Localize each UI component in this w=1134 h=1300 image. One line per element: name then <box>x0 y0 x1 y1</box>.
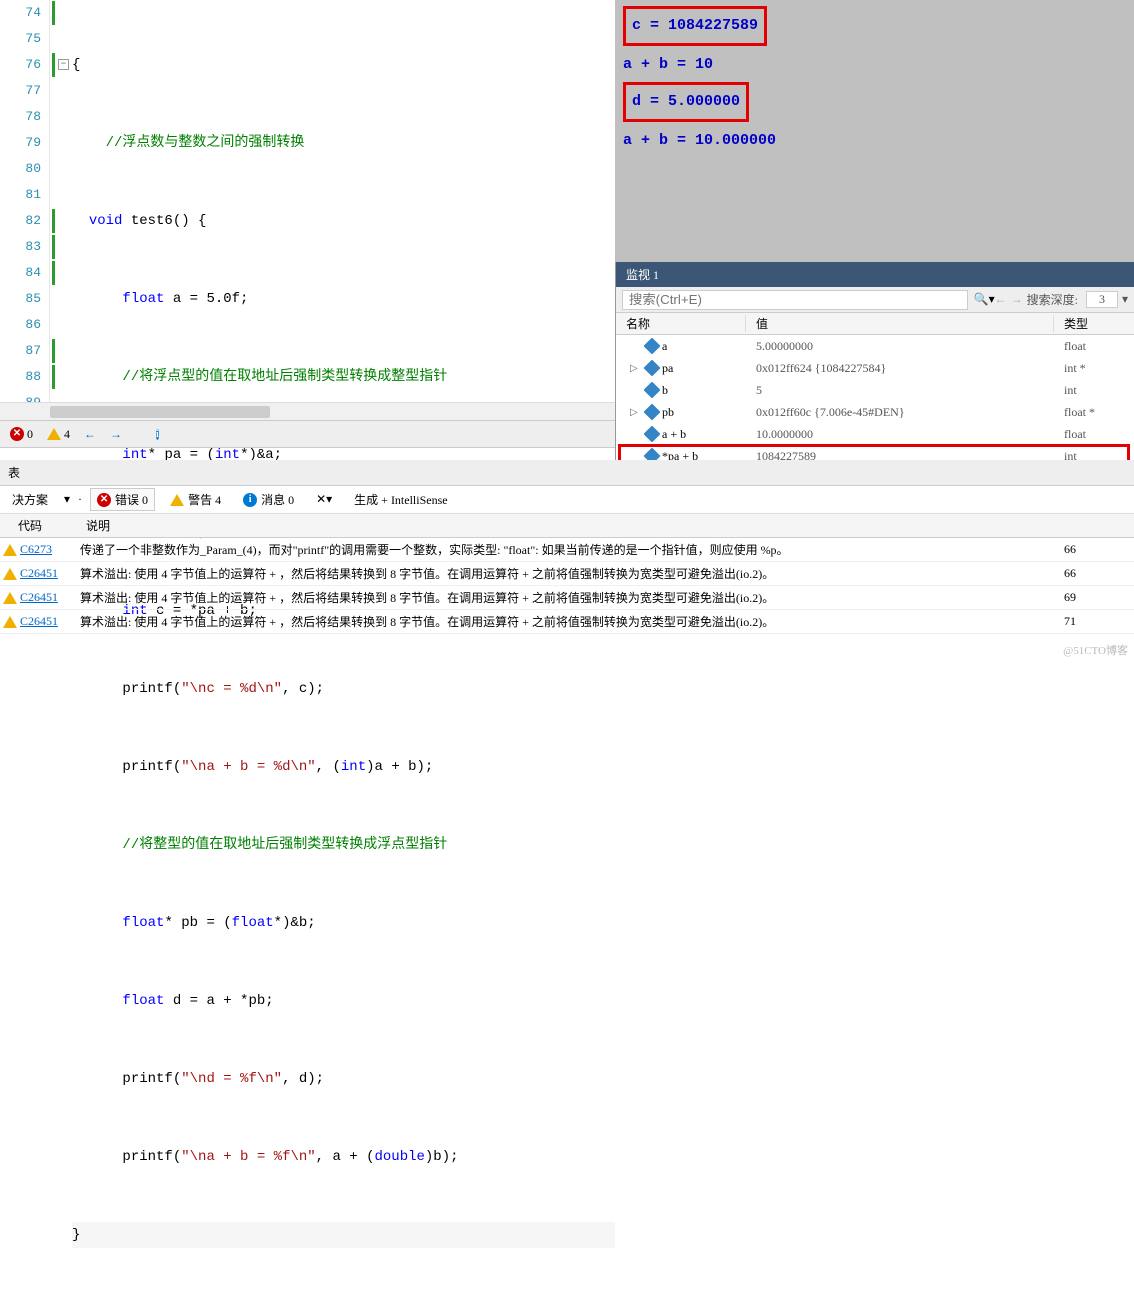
var-value: 0x012ff624 {1084227584} <box>746 361 1054 376</box>
warning-icon <box>3 568 17 580</box>
var-type: float <box>1054 427 1134 442</box>
watermark: @51CTO博客 <box>1063 642 1128 658</box>
var-icon <box>644 338 661 355</box>
var-icon <box>644 382 661 399</box>
error-desc: 传递了一个非整数作为_Param_(4)，而对"printf"的调用需要一个整数… <box>80 541 1064 558</box>
var-type: int <box>1054 383 1134 398</box>
line-gutter: 74 75 76 77 78 79 80 81 82 83 84 85 86 8… <box>0 0 50 420</box>
var-icon <box>644 404 661 421</box>
expand-icon[interactable]: ▷ <box>630 363 638 374</box>
error-line: 69 <box>1064 590 1134 605</box>
filter-errors[interactable]: ✕错误 0 <box>90 488 155 511</box>
error-line: 66 <box>1064 566 1134 581</box>
var-type: float <box>1054 339 1134 354</box>
var-icon <box>644 426 661 443</box>
var-name: b <box>662 383 668 398</box>
watch-search-input[interactable] <box>622 290 968 310</box>
highlight-box: c = 1084227589 <box>623 6 767 46</box>
error-row[interactable]: C6273 传递了一个非整数作为_Param_(4)，而对"printf"的调用需… <box>0 538 1134 562</box>
error-line: 66 <box>1064 542 1134 557</box>
error-row[interactable]: C26451 算术溢出: 使用 4 字节值上的运算符 + ，然后将结果转换到 8 … <box>0 610 1134 634</box>
var-name: pb <box>662 405 674 420</box>
change-marks: − <box>50 0 68 420</box>
var-icon <box>644 360 661 377</box>
tab-solution[interactable]: 决方案 <box>4 487 56 512</box>
var-name: pa <box>662 361 673 376</box>
watch-title: 监视 1 <box>616 262 1134 287</box>
var-type: int * <box>1054 361 1134 376</box>
panel-tabs: 表 <box>0 460 1134 486</box>
filter-clear[interactable]: ✕▾ <box>309 489 339 510</box>
chevron-down-icon[interactable]: ▾ <box>1122 292 1128 307</box>
watch-row[interactable]: ▷ pb 0x012ff60c {7.006e-45#DEN}float * <box>616 401 1134 423</box>
var-value: 5.00000000 <box>746 339 1054 354</box>
editor-status-bar: ✕0 4 ← → i <box>0 420 615 448</box>
console-output: c = 1084227589 a + b = 10 d = 5.000000 a… <box>615 0 1134 262</box>
tab-errorlist[interactable]: 表 <box>0 460 28 485</box>
error-line: 71 <box>1064 614 1134 629</box>
watch-toolbar: 🔍▾ ← → 搜索深度: 3 ▾ <box>616 287 1134 313</box>
nav-prev-icon[interactable]: ← <box>995 292 1007 307</box>
error-code-link[interactable]: C26451 <box>20 566 58 580</box>
error-code-link[interactable]: C26451 <box>20 590 58 604</box>
error-code-link[interactable]: C26451 <box>20 614 58 628</box>
warning-icon <box>3 616 17 628</box>
dropdown-icon[interactable]: ▾ <box>64 492 70 507</box>
watch-row[interactable]: ▷ pa 0x012ff624 {1084227584}int * <box>616 357 1134 379</box>
filter-warnings[interactable]: 警告 4 <box>163 488 228 511</box>
warning-count[interactable]: 4 <box>47 427 70 442</box>
info-toggle[interactable]: i <box>156 426 159 442</box>
var-type: float * <box>1054 405 1134 420</box>
watch-row[interactable]: a + b 10.0000000float <box>616 423 1134 445</box>
error-count[interactable]: ✕0 <box>10 427 33 442</box>
error-list-header: 代码 说明 <box>0 514 1134 538</box>
error-list: C6273 传递了一个非整数作为_Param_(4)，而对"printf"的调用需… <box>0 538 1134 634</box>
fold-icon[interactable]: − <box>58 59 69 70</box>
code-editor: 74 75 76 77 78 79 80 81 82 83 84 85 86 8… <box>0 0 615 420</box>
var-value: 10.0000000 <box>746 427 1054 442</box>
error-row[interactable]: C26451 算术溢出: 使用 4 字节值上的运算符 + ，然后将结果转换到 8 … <box>0 562 1134 586</box>
var-name: a <box>662 339 667 354</box>
code-content[interactable]: { //浮点数与整数之间的强制转换 void test6() { float a… <box>68 0 615 420</box>
error-filter-bar: 决方案 ▾ · ✕错误 0 警告 4 i消息 0 ✕▾ 生成 + Intelli… <box>0 486 1134 514</box>
nav-next-icon[interactable]: → <box>1011 292 1023 307</box>
var-value: 0x012ff60c {7.006e-45#DEN} <box>746 405 1054 420</box>
error-code-link[interactable]: C6273 <box>20 542 52 556</box>
depth-select[interactable]: 3 <box>1086 291 1118 308</box>
watch-columns: 名称 值 类型 <box>616 313 1134 335</box>
filter-build[interactable]: 生成 + IntelliSense <box>347 488 454 511</box>
watch-row[interactable]: b 5int <box>616 379 1134 401</box>
warning-icon <box>3 544 17 556</box>
expand-icon[interactable]: ▷ <box>630 407 638 418</box>
highlight-box: d = 5.000000 <box>623 82 749 122</box>
filter-messages[interactable]: i消息 0 <box>236 488 301 511</box>
error-row[interactable]: C26451 算术溢出: 使用 4 字节值上的运算符 + ，然后将结果转换到 8 … <box>0 586 1134 610</box>
error-desc: 算术溢出: 使用 4 字节值上的运算符 + ，然后将结果转换到 8 字节值。在调… <box>80 613 1064 630</box>
error-desc: 算术溢出: 使用 4 字节值上的运算符 + ，然后将结果转换到 8 字节值。在调… <box>80 589 1064 606</box>
var-name: a + b <box>662 427 686 442</box>
var-value: 5 <box>746 383 1054 398</box>
h-scrollbar[interactable] <box>0 402 615 420</box>
warning-icon <box>3 592 17 604</box>
error-desc: 算术溢出: 使用 4 字节值上的运算符 + ，然后将结果转换到 8 字节值。在调… <box>80 565 1064 582</box>
nav-prev-icon[interactable]: ← <box>84 427 96 442</box>
nav-next-icon[interactable]: → <box>110 427 122 442</box>
watch-row[interactable]: a 5.00000000float <box>616 335 1134 357</box>
search-icon[interactable]: 🔍▾ <box>974 292 995 307</box>
